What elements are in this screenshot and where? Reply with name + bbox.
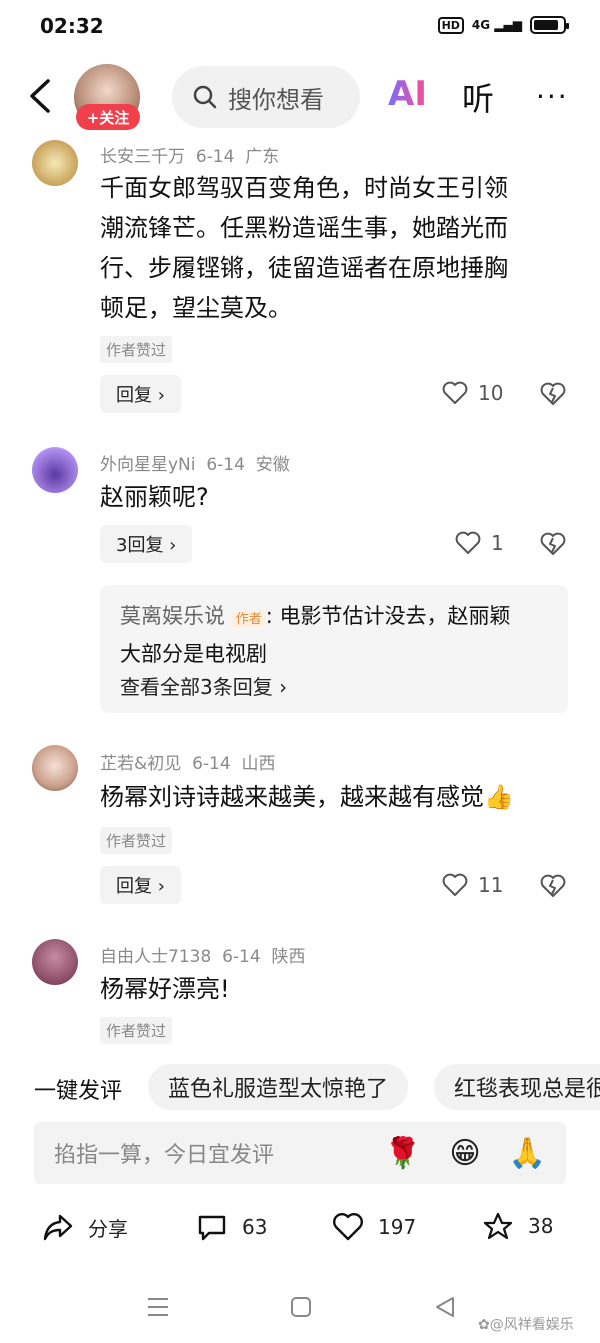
comment-text: 杨幂好漂亮!: [100, 975, 230, 1003]
comment-meta: 外向星星yNi 6-14 安徽: [100, 450, 290, 475]
network-type: 4G: [471, 18, 491, 32]
watermark-text: 风祥看娱乐: [503, 1317, 574, 1333]
ai-button[interactable]: AI: [388, 74, 427, 114]
comments-count: 63: [242, 1215, 268, 1239]
reply-button[interactable]: 回复 ›: [100, 375, 181, 413]
author-liked-tag: 作者赞过: [100, 336, 173, 363]
comment-icon: [198, 1215, 226, 1241]
thumbs-up-icon: 👍: [484, 783, 514, 811]
pray-icon[interactable]: 🙏: [509, 1136, 546, 1171]
like-button[interactable]: 1: [455, 531, 504, 555]
stars-count: 38: [528, 1214, 554, 1238]
subreply-text-line: 大部分是电视剧: [120, 642, 267, 666]
dislike-icon[interactable]: [540, 532, 566, 556]
quick-comment-chip[interactable]: 红毯表现总是很: [434, 1064, 600, 1110]
status-icons: HD 4G ▂▄▆: [437, 16, 569, 34]
comment-avatar[interactable]: [32, 447, 78, 493]
share-label: 分享: [88, 1216, 128, 1241]
subreply-text: 莫离娱乐说 作者: 电影节估计没去，赵丽颖 大部分是电视剧: [120, 599, 510, 671]
comment-date: 6-14: [192, 754, 231, 774]
star-icon: [483, 1212, 513, 1240]
follow-button[interactable]: +关注: [76, 104, 140, 130]
comment-text: 赵丽颖呢?: [100, 483, 209, 511]
home-icon[interactable]: [290, 1296, 312, 1318]
comment-date: 6-14: [206, 455, 245, 475]
view-all-replies-link[interactable]: 查看全部3条回复 ›: [120, 671, 287, 700]
search-placeholder: 搜你想看: [228, 85, 324, 114]
search-icon: [193, 85, 217, 109]
comment-date: 6-14: [195, 147, 235, 167]
likes-count: 197: [378, 1215, 417, 1239]
comment-user[interactable]: 自由人士7138: [100, 947, 211, 967]
watermark: ✿@风祥看娱乐: [478, 1317, 574, 1333]
heart-icon: [442, 381, 468, 404]
comment-user[interactable]: 长安三千万: [100, 147, 185, 167]
heart-icon: [455, 531, 481, 554]
comment-region: 安徽: [255, 455, 290, 475]
comment-user[interactable]: 外向星星yNi: [100, 455, 196, 475]
comment-text: 杨幂刘诗诗越来越美，越来越有感觉👍: [100, 777, 514, 817]
subreply-author[interactable]: 莫离娱乐说: [120, 604, 225, 628]
status-time: 02:32: [40, 14, 104, 38]
comment-user[interactable]: 芷若&初见: [100, 754, 181, 774]
author-badge: 作者: [231, 611, 266, 628]
grin-icon[interactable]: 😁: [449, 1136, 480, 1171]
comment-avatar[interactable]: [32, 140, 78, 186]
comment-date: 6-14: [222, 947, 261, 967]
share-button[interactable]: 分享: [42, 1212, 128, 1242]
like-count: 11: [478, 873, 504, 897]
like-article-button[interactable]: 197: [332, 1212, 416, 1242]
like-count: 10: [478, 381, 504, 405]
comment-text-line: 千面女郎驾驭百变角色，时尚女王引领: [100, 174, 508, 202]
battery-icon: [530, 16, 569, 34]
search-input[interactable]: 搜你想看: [172, 66, 360, 128]
comments-button[interactable]: 63: [196, 1212, 267, 1242]
comment-meta: 自由人士7138 6-14 陕西: [100, 942, 305, 967]
more-button[interactable]: ···: [536, 80, 569, 113]
dislike-icon[interactable]: [540, 382, 566, 406]
dislike-icon[interactable]: [540, 874, 566, 898]
comment-text-content: 杨幂刘诗诗越来越美，越来越有感觉: [100, 783, 484, 811]
quick-comment-chip[interactable]: 蓝色礼服造型太惊艳了: [148, 1064, 409, 1110]
signal-icon: 4G ▂▄▆: [471, 18, 522, 32]
comment-text-line: 潮流锋芒。任黑粉造谣生事，她踏光而: [100, 214, 508, 242]
subreply-box[interactable]: 莫离娱乐说 作者: 电影节估计没去，赵丽颖 大部分是电视剧 查看全部3条回复 ›: [100, 585, 568, 713]
back-icon[interactable]: [26, 78, 56, 114]
like-count: 1: [491, 531, 504, 555]
comment-text: 千面女郎驾驭百变角色，时尚女王引领 潮流锋芒。任黑粉造谣生事，她踏光而 行、步履…: [100, 168, 570, 328]
like-button[interactable]: 11: [442, 873, 503, 897]
quick-comment-label: 一键发评: [34, 1079, 123, 1104]
reply-button[interactable]: 回复 ›: [100, 866, 181, 904]
subreply-text-line: : 电影节估计没去，赵丽颖: [265, 604, 511, 628]
author-liked-tag: 作者赞过: [100, 1017, 173, 1044]
comment-avatar[interactable]: [32, 745, 78, 791]
listen-button[interactable]: 听: [462, 74, 494, 120]
rose-icon[interactable]: 🌹: [384, 1136, 421, 1171]
heart-icon: [442, 873, 468, 896]
star-button[interactable]: 38: [482, 1211, 553, 1241]
comment-input-placeholder: 掐指一算，今日宜发评: [54, 1143, 275, 1168]
comment-text-line: 顿足，望尘莫及。: [100, 294, 292, 322]
comment-text-line: 行、步履铿锵，徒留造谣者在原地捶胸: [100, 254, 508, 282]
watermark-icon: ✿: [478, 1317, 490, 1333]
menu-icon[interactable]: [146, 1296, 170, 1318]
comment-region: 陕西: [271, 947, 306, 967]
comment-input[interactable]: 掐指一算，今日宜发评 🌹 😁 🙏: [34, 1122, 566, 1184]
comment-avatar[interactable]: [32, 939, 78, 985]
like-button[interactable]: 10: [442, 381, 503, 405]
author-liked-tag: 作者赞过: [100, 827, 173, 854]
comment-meta: 芷若&初见 6-14 山西: [100, 749, 275, 774]
back-nav-icon[interactable]: [434, 1296, 456, 1318]
reply-button[interactable]: 3回复 ›: [100, 525, 193, 563]
comment-meta: 长安三千万 6-14 广东: [100, 142, 279, 167]
comment-region: 广东: [245, 147, 280, 167]
comment-region: 山西: [241, 754, 276, 774]
hd-icon: HD: [437, 16, 464, 34]
share-icon: [43, 1214, 73, 1241]
heart-icon: [333, 1213, 363, 1241]
